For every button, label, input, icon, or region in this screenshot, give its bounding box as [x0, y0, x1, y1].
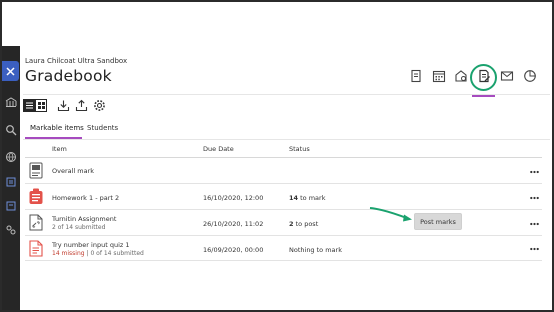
row-title[interactable]: Overall mark — [52, 167, 94, 175]
more-options-icon[interactable] — [530, 196, 539, 200]
row-title[interactable]: Homework 1 - part 2 — [52, 194, 119, 202]
table-row: Overall mark — [25, 158, 542, 184]
calendar-icon[interactable] — [432, 69, 446, 83]
column-header-item: Item — [52, 145, 67, 153]
column-header-due-date: Due Date — [203, 145, 234, 153]
column-header-status: Status — [289, 145, 310, 153]
row-title[interactable]: Turnitin Assignment — [52, 215, 116, 223]
tab-markable-items[interactable]: Markable items — [30, 124, 84, 132]
messages-icon[interactable] — [500, 69, 514, 83]
row-due-date: 16/09/2020, 00:00 — [203, 246, 264, 254]
tab-students[interactable]: Students — [87, 124, 118, 132]
tools-icon[interactable] — [5, 224, 17, 236]
missing-count: 14 missing — [52, 250, 85, 257]
more-options-icon[interactable] — [530, 170, 539, 174]
status-count: 2 — [289, 220, 294, 228]
row-submissions: 2 of 14 submitted — [52, 224, 106, 231]
page-title: Gradebook — [25, 67, 112, 85]
assignment-icon — [29, 188, 43, 205]
analytics-icon[interactable] — [523, 69, 537, 83]
row-due-date: 26/10/2020, 11:02 — [203, 220, 264, 228]
more-options-icon[interactable] — [530, 247, 539, 251]
upload-icon[interactable] — [75, 99, 88, 112]
view-toggle — [23, 99, 47, 112]
row-due-date: 16/10/2020, 12:00 — [203, 194, 264, 202]
organizations-icon[interactable] — [5, 200, 17, 212]
row-status: 2 to post — [289, 220, 318, 228]
globe-icon[interactable] — [5, 151, 17, 163]
status-text: to mark — [300, 194, 326, 202]
gradebook-tool-icon[interactable] — [409, 69, 423, 83]
courses-icon[interactable] — [5, 176, 17, 188]
table-row: Turnitin Assignment 2 of 14 submitted 26… — [25, 210, 542, 236]
search-icon[interactable] — [5, 124, 17, 136]
row-status: Nothing to mark — [289, 246, 342, 254]
settings-gear-icon[interactable] — [93, 99, 106, 112]
close-icon — [6, 66, 15, 76]
list-view-button[interactable] — [23, 99, 35, 112]
tabs-divider — [23, 139, 550, 140]
test-icon — [29, 240, 43, 257]
grid-view-button[interactable] — [35, 99, 47, 112]
performance-icon[interactable] — [454, 69, 468, 83]
institution-icon[interactable] — [5, 96, 17, 108]
close-button[interactable] — [2, 61, 19, 81]
course-name: Laura Chilcoat Ultra Sandbox — [25, 57, 128, 65]
post-marks-button[interactable]: Post marks — [414, 213, 462, 230]
annotation-arrow — [368, 205, 414, 223]
download-icon[interactable] — [57, 99, 70, 112]
gradebook-active-icon[interactable] — [477, 69, 491, 83]
submitted-count: | 0 of 14 submitted — [86, 250, 144, 257]
row-submissions: 14 missing | 0 of 14 submitted — [52, 250, 144, 257]
row-title[interactable]: Try number input quiz 1 — [52, 241, 130, 249]
turnitin-icon — [29, 214, 43, 231]
row-status: 14 to mark — [289, 194, 325, 202]
table-row: Try number input quiz 1 14 missing | 0 o… — [25, 236, 542, 261]
status-count: 14 — [289, 194, 299, 202]
status-text: to post — [295, 220, 319, 228]
active-tool-indicator — [472, 95, 495, 97]
gradebook-panel: Laura Chilcoat Ultra Sandbox Gradebook M… — [23, 46, 550, 310]
overall-mark-icon — [29, 162, 43, 179]
more-options-icon[interactable] — [530, 222, 539, 226]
header-divider — [23, 94, 550, 95]
left-navigation-strip — [2, 46, 20, 310]
table-row: Homework 1 - part 2 16/10/2020, 12:00 14… — [25, 184, 542, 210]
